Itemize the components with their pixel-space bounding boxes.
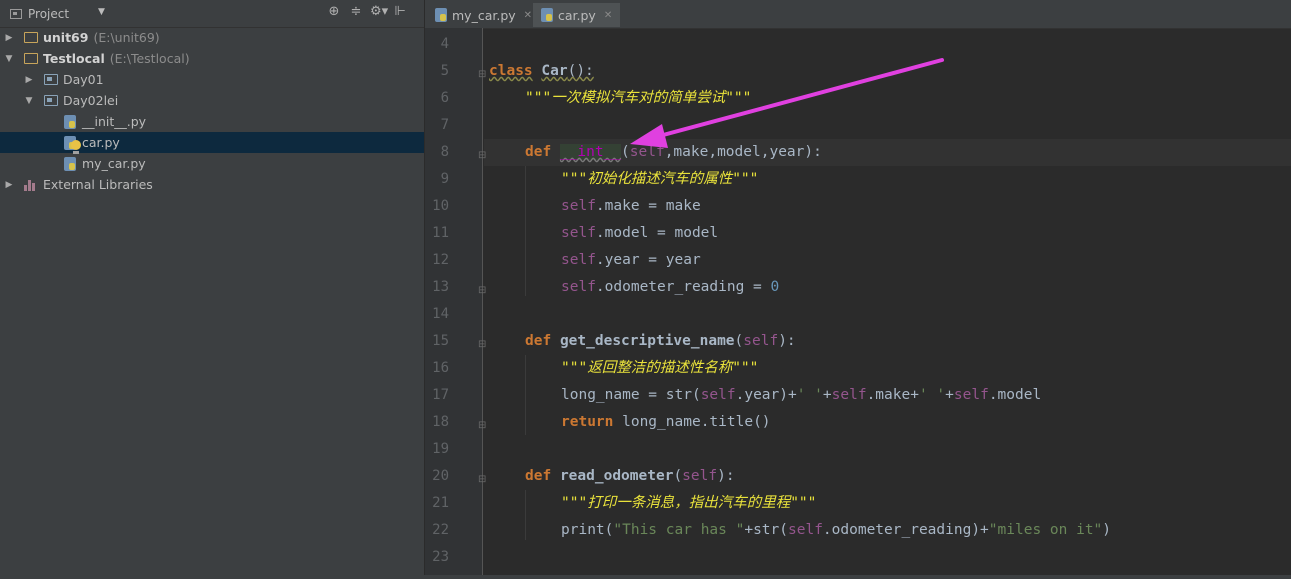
line-number: 23 [432,549,449,565]
lightbulb-icon[interactable] [70,140,82,154]
editor-gutter: 4 5 6 7 8 9 10 11 12 13 14 15 16 17 18 19 20 21 22 23 ⊟ ⊟ ⊟… [425,28,486,579]
line-number: 19 [432,441,449,457]
code-line-13: self.odometer_reading = 0 [561,279,780,295]
close-icon[interactable]: ✕ [524,10,532,21]
line-number: 10 [432,198,449,214]
tree-item-label: Day01 [63,72,104,87]
code-line-12: self.year = year [561,252,701,268]
line-number: 18 [432,414,449,430]
code-line-16: """返回整洁的描述性名称""" [561,360,759,376]
collapse-all-icon[interactable]: ≑ [348,4,364,19]
chevron-down-icon[interactable]: ▼ [98,7,105,17]
package-folder-icon [44,74,58,85]
code-line-15: def get_descriptive_name(self): [525,333,796,349]
code-line-11: self.model = model [561,225,719,241]
chevron-down-icon[interactable]: ▼ [4,54,14,64]
fold-marker-icon[interactable]: ⊟ [478,474,486,485]
project-panel: Project ▼ ⊕ ≑ ⚙▾ ⊩ ▶ unit69 (E:\unit69) … [0,0,425,579]
line-number: 8 [440,144,449,160]
project-toolbar: ⊕ ≑ ⚙▾ ⊩ [326,4,408,19]
close-icon[interactable]: ✕ [604,10,612,21]
line-number: 7 [440,117,449,133]
fold-end-icon[interactable]: ⊟ [478,420,486,431]
editor-tab-bar: my_car.py ✕ car.py ✕ [425,0,1291,29]
tree-item-car-py[interactable]: car.py [0,132,424,153]
python-file-icon [64,114,76,129]
tab-label: my_car.py [452,7,516,23]
code-line-5: class Car(): [489,63,594,79]
hide-panel-icon[interactable]: ⊩ [392,4,408,19]
project-panel-title: Project [28,7,70,21]
fold-marker-icon[interactable]: ⊟ [478,339,486,350]
fold-marker-icon[interactable]: ⊟ [478,150,486,161]
tab-car-py[interactable]: car.py ✕ [533,3,621,27]
code-line-6: """一次模拟汽车对的简单尝试""" [525,90,752,106]
tree-item-day01[interactable]: ▶ Day01 [0,69,424,90]
chevron-right-icon[interactable]: ▶ [24,75,34,85]
fold-marker-icon[interactable]: ⊟ [478,69,486,80]
fold-end-icon[interactable]: ⊟ [478,285,486,296]
tree-item-label: my_car.py [82,156,146,171]
status-bar [0,575,1291,579]
python-file-icon [64,156,76,171]
python-file-icon [541,8,553,22]
tree-item-label: __init__.py [82,114,147,129]
code-line-8: def __int__(self,make,model,year): [525,144,822,160]
tree-item-unit69[interactable]: ▶ unit69 (E:\unit69) [0,27,424,48]
tree-item-label: unit69 [43,30,89,45]
python-file-icon [435,8,447,22]
code-line-21: """打印一条消息，指出汽车的里程""" [561,495,817,511]
code-line-20: def read_odometer(self): [525,468,735,484]
folder-icon [24,53,38,64]
tab-my-car-py[interactable]: my_car.py ✕ [427,3,540,27]
tab-label: car.py [558,7,596,23]
line-number: 12 [432,252,449,268]
package-folder-icon [44,95,58,106]
folder-icon [24,32,38,43]
project-panel-header: Project ▼ ⊕ ≑ ⚙▾ ⊩ [0,0,424,28]
chevron-right-icon[interactable]: ▶ [4,180,14,190]
tree-item-testlocal[interactable]: ▼ Testlocal (E:\Testlocal) [0,48,424,69]
tree-item-label: Testlocal [43,51,105,66]
code-line-18: return long_name.title() [561,414,771,430]
tree-item-path: (E:\Testlocal) [109,51,190,66]
tree-item-label: car.py [82,135,120,150]
tree-item-day02lei[interactable]: ▼ Day02lei [0,90,424,111]
code-line-9: """初始化描述汽车的属性""" [561,171,759,187]
tree-item-label: External Libraries [43,177,153,192]
tree-item-path: (E:\unit69) [93,30,160,45]
line-number: 13 [432,279,449,295]
code-line-22: print("This car has "+str(self.odometer_… [561,522,1112,538]
chevron-right-icon[interactable]: ▶ [4,33,14,43]
line-number: 21 [432,495,449,511]
tree-item-my-car-py[interactable]: my_car.py [0,153,424,174]
scroll-from-source-icon[interactable]: ⊕ [326,4,342,19]
line-number: 20 [432,468,449,484]
code-line-10: self.make = make [561,198,701,214]
gear-icon[interactable]: ⚙▾ [370,4,388,19]
tree-item-external-libraries[interactable]: ▶ External Libraries [0,174,424,195]
line-number: 11 [432,225,449,241]
line-number: 16 [432,360,449,376]
project-icon [10,9,22,19]
line-number: 9 [440,171,449,187]
line-number: 14 [432,306,449,322]
project-view-selector[interactable]: Project [10,5,69,23]
library-icon [24,179,37,191]
line-number: 6 [440,90,449,106]
tree-item-label: Day02lei [63,93,119,108]
tree-item-init-py[interactable]: __init__.py [0,111,424,132]
line-number: 15 [432,333,449,349]
code-line-17: long_name = str(self.year)+' '+self.make… [561,387,1042,403]
line-number: 4 [440,36,449,52]
line-number: 17 [432,387,449,403]
line-number: 22 [432,522,449,538]
chevron-down-icon[interactable]: ▼ [24,96,34,106]
line-number: 5 [440,63,449,79]
